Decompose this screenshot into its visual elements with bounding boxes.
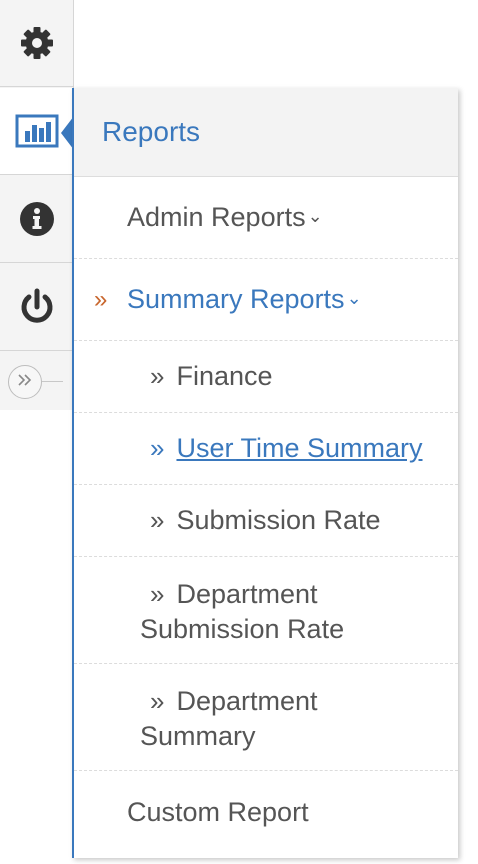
submenu-item-label: Finance: [176, 361, 273, 391]
menu-item-label: Admin Reports: [127, 202, 306, 232]
menu-item-admin-reports[interactable]: Admin Reports ⌄: [74, 177, 458, 259]
menu-item-label: Custom Report: [127, 796, 309, 827]
submenu-item-label: Submission Rate: [176, 505, 381, 535]
rail-collapse: [0, 352, 73, 410]
bar-chart-icon: [15, 113, 59, 149]
reports-flyout-menu: Reports Admin Reports ⌄ » Summary Reports…: [72, 88, 458, 858]
menu-header: Reports: [74, 88, 458, 177]
current-section-marker-icon: »: [94, 286, 108, 313]
double-chevron-right-icon: »: [150, 505, 165, 535]
double-chevron-right-icon: »: [150, 686, 165, 716]
rail-settings-button[interactable]: [0, 0, 73, 87]
double-chevron-right-icon: »: [150, 433, 165, 463]
submenu-item-submission-rate[interactable]: » Submission Rate: [74, 485, 458, 557]
chevron-down-icon: ⌄: [346, 288, 362, 308]
double-chevron-right-icon: »: [150, 579, 165, 609]
rail-power-button[interactable]: [0, 264, 73, 351]
submenu-item-label-line-1: Department: [176, 686, 318, 716]
menu-item-custom-report[interactable]: Custom Report: [74, 771, 458, 853]
submenu-item-label-line-2: Summary: [140, 721, 256, 751]
info-icon: [19, 201, 55, 237]
submenu-item-department-summary[interactable]: » Department Summary: [74, 664, 458, 771]
submenu-item-finance[interactable]: » Finance: [74, 341, 458, 413]
expand-rail-button[interactable]: [8, 365, 42, 399]
gear-icon: [19, 25, 55, 61]
rail-info-button[interactable]: [0, 176, 73, 263]
submenu-item-label: User Time Summary: [176, 433, 423, 463]
menu-item-label: Summary Reports: [127, 284, 345, 314]
double-chevron-right-icon: [17, 373, 33, 392]
collapse-divider: [42, 381, 63, 382]
submenu-item-label-line-2: Submission Rate: [140, 614, 345, 644]
double-chevron-right-icon: »: [150, 361, 165, 391]
chevron-down-icon: ⌄: [307, 206, 323, 226]
menu-item-summary-reports[interactable]: » Summary Reports ⌄: [74, 259, 458, 341]
submenu-item-label-line-1: Department: [176, 579, 318, 609]
icon-rail: [0, 0, 74, 410]
submenu-item-department-submission-rate[interactable]: » Department Submission Rate: [74, 557, 458, 664]
submenu-item-user-time-summary[interactable]: » User Time Summary: [74, 413, 458, 485]
power-icon: [19, 288, 55, 326]
